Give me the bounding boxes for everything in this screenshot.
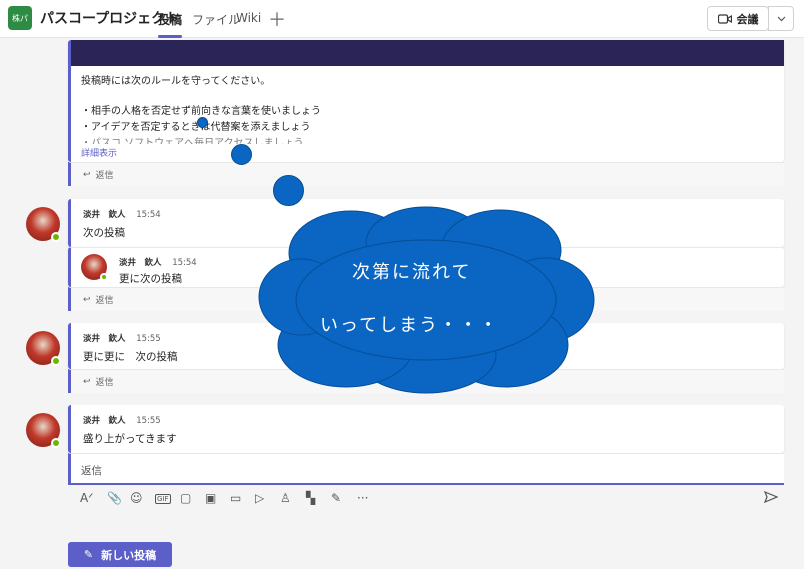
meet-button[interactable]: 会議 [707,6,769,31]
praise-icon[interactable]: ♙ [280,491,291,505]
send-icon[interactable] [763,490,779,506]
author-name[interactable]: 淡井 欽人 [83,210,126,220]
new-post-button[interactable]: ✎ 新しい投稿 [68,542,172,567]
schedule-meeting-icon[interactable]: ▣ [205,491,216,505]
message-text: 盛り上がってきます [83,433,177,445]
reply-icon: ↩ [83,294,91,305]
message-meta: 淡井 欽人 15:55 [83,414,772,426]
announcement-body: 投稿時には次のルールを守ってください。 ・相手の人格を否定せず前向きな言葉を使い… [71,66,784,144]
tab-wiki[interactable]: Wiki [236,11,261,25]
thought-bubble-dot [197,117,208,128]
announcement-post: 投稿時には次のルールを守ってください。 ・相手の人格を否定せず前向きな言葉を使い… [68,40,784,162]
presence-available-icon [51,438,61,448]
video-camera-icon [717,13,732,24]
chevron-down-icon [777,16,785,21]
plus-icon[interactable]: ＋ [268,6,286,32]
emoji-icon[interactable]: ☺ [130,491,143,505]
thought-bubble-dot [273,175,304,206]
timestamp: 15:55 [136,416,161,426]
stream-icon[interactable]: ▷ [255,491,264,505]
thought-bubble-dot [231,144,252,165]
attach-icon[interactable]: 📎 [107,491,122,505]
timestamp: 15:55 [136,334,161,344]
cloud-text-line2: いってしまう・・・ [320,315,500,336]
announcement-line: ・パスコ ソフトウェアへ毎日アクセスしましょう [81,138,304,144]
thought-cloud [258,206,595,394]
gif-icon[interactable]: GIF [155,494,171,504]
new-post-label: 新しい投稿 [101,548,157,562]
avatar[interactable] [81,254,108,281]
author-name[interactable]: 淡井 欽人 [83,416,126,426]
show-more-link[interactable]: 詳細表示 [81,146,117,159]
announcement-line: ・アイデアを否定するときは代替案を添えましょう [81,122,311,133]
sticker-icon[interactable]: ▢ [180,491,191,505]
reply-icon: ↩ [83,169,91,180]
avatar[interactable] [26,413,61,448]
reply-label: 返信 [95,296,114,306]
reply-label: 返信 [95,171,114,181]
compose-icon: ✎ [83,548,94,561]
meet-label: 会議 [736,12,759,26]
more-options-icon[interactable]: ··· [357,491,368,505]
channel-header: 株パ パスコープロジェクト 投稿 ファイル Wiki ＋ 会議 [0,0,804,38]
active-tab-indicator [158,35,182,38]
forms-icon[interactable]: ▚ [306,491,315,505]
presence-available-icon [100,273,108,281]
announcement-line: ・相手の人格を否定せず前向きな言葉を使いましょう [81,106,321,117]
reply-button[interactable]: ↩ 返信 [68,162,784,186]
tab-posts[interactable]: 投稿 [158,11,182,28]
avatar[interactable] [26,207,61,242]
tab-files[interactable]: ファイル [192,11,240,28]
reply-icon: ↩ [83,376,91,387]
approvals-icon[interactable]: ✎ [331,491,341,505]
presence-available-icon [51,356,61,366]
author-name[interactable]: 淡井 欽人 [83,334,126,344]
timestamp: 15:54 [172,258,197,268]
announcement-banner [71,40,784,66]
cloud-text-line1: 次第に流れて [352,262,472,283]
team-avatar[interactable]: 株パ [8,6,32,30]
timestamp: 15:54 [136,210,161,220]
author-name[interactable]: 淡井 欽人 [119,258,162,268]
avatar[interactable] [26,331,61,366]
meet-dropdown-button[interactable] [768,6,794,31]
message-post: 淡井 欽人 15:55 盛り上がってきます [68,405,784,453]
announcement-line: 投稿時には次のルールを守ってください。 [81,76,271,87]
presence-available-icon [51,232,61,242]
reply-label: 返信 [95,378,114,388]
reply-input[interactable]: 返信 [68,453,784,485]
format-icon[interactable]: Aᐟ [80,491,93,505]
video-icon[interactable]: ▭ [230,491,241,505]
